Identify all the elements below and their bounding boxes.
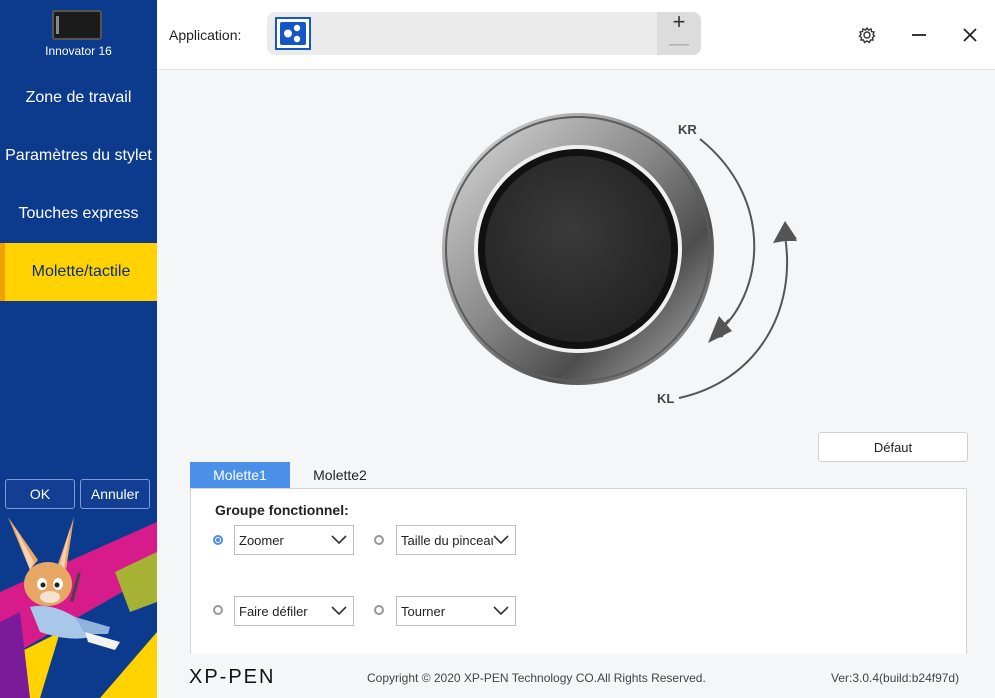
chevron-down-icon: [493, 535, 509, 545]
kr-label: KR: [678, 122, 697, 137]
add-application-button[interactable]: +: [657, 11, 701, 34]
minimize-icon[interactable]: [906, 22, 932, 48]
default-button[interactable]: Défaut: [818, 432, 968, 462]
tablet-icon: [52, 10, 102, 40]
function-select-3-value: Faire défiler: [239, 604, 308, 619]
function-select-1-value: Zoomer: [239, 533, 284, 548]
chevron-down-icon: [493, 606, 509, 616]
function-radio-1[interactable]: [213, 535, 223, 545]
sidebar: Innovator 16 Zone de travail Paramètres …: [0, 0, 157, 698]
function-panel: Groupe fonctionnel: Zoomer Taille du pin…: [190, 488, 967, 654]
function-select-2[interactable]: Taille du pinceau: [396, 525, 516, 555]
sidebar-item-touches-express[interactable]: Touches express: [0, 185, 157, 243]
cancel-button[interactable]: Annuler: [80, 479, 150, 509]
device-name: Innovator 16: [45, 44, 112, 58]
application-bar: + —: [267, 11, 701, 55]
tab-molette2[interactable]: Molette2: [300, 462, 380, 489]
chevron-down-icon: [331, 535, 347, 545]
xp-pen-logo: XP-PEN: [189, 666, 276, 688]
sidebar-item-parametres-stylet[interactable]: Paramètres du stylet: [0, 127, 157, 185]
mascot-illustration: [0, 517, 157, 698]
device-info[interactable]: Innovator 16: [0, 0, 157, 68]
dial-illustration: [442, 113, 797, 399]
dial-illustration-area: KR KL: [157, 71, 995, 431]
all-apps-icon[interactable]: [275, 17, 311, 50]
function-select-3[interactable]: Faire défiler: [234, 596, 354, 626]
copyright-text: Copyright © 2020 XP-PEN Technology CO.Al…: [367, 671, 706, 685]
app-controls: + —: [657, 11, 701, 55]
function-select-2-value: Taille du pinceau: [401, 533, 493, 548]
chevron-down-icon: [331, 606, 347, 616]
function-select-4[interactable]: Tourner: [396, 596, 516, 626]
function-select-4-value: Tourner: [401, 604, 446, 619]
function-radio-3[interactable]: [213, 605, 223, 615]
tab-molette1[interactable]: Molette1: [190, 462, 290, 489]
sidebar-item-molette-tactile[interactable]: Molette/tactile: [0, 243, 157, 301]
kl-label: KL: [657, 391, 675, 406]
function-select-1[interactable]: Zoomer: [234, 525, 354, 555]
application-label: Application:: [169, 27, 242, 43]
top-bar: Application: + —: [157, 0, 995, 70]
remove-application-button[interactable]: —: [657, 34, 701, 55]
close-icon[interactable]: [957, 22, 983, 48]
function-radio-4[interactable]: [374, 605, 384, 615]
group-title: Groupe fonctionnel:: [215, 502, 349, 518]
version-text: Ver:3.0.4(build:b24f97d): [831, 671, 960, 685]
ok-button[interactable]: OK: [5, 479, 75, 509]
function-radio-2[interactable]: [374, 535, 384, 545]
gear-icon[interactable]: [854, 22, 880, 48]
sidebar-item-zone-de-travail[interactable]: Zone de travail: [0, 69, 157, 127]
footer: XP-PEN Copyright © 2020 XP-PEN Technolog…: [157, 654, 995, 698]
